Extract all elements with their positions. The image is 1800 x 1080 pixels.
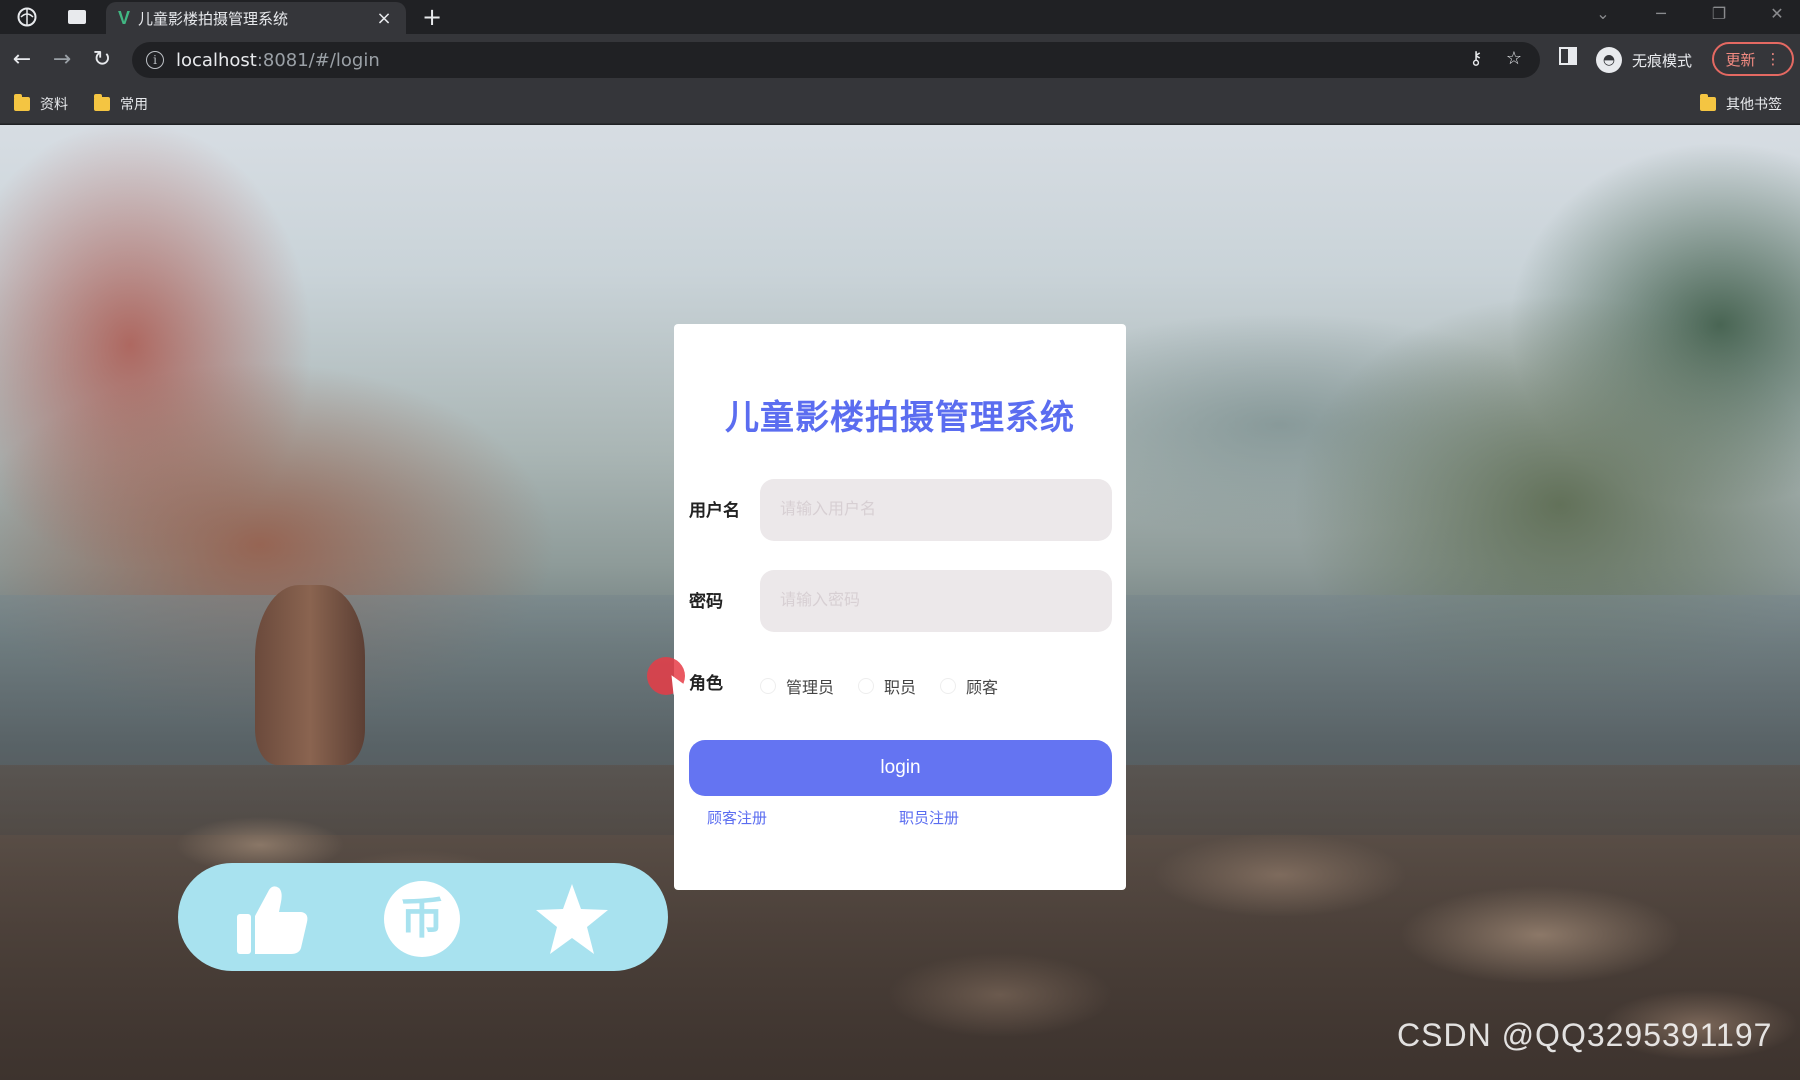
password-label: 密码 [689,592,723,612]
role-radio-admin[interactable]: 管理员 [760,674,834,698]
tab-close-icon[interactable]: × [374,8,394,29]
more-menu-icon: ⋮ [1765,50,1781,68]
bookmark-label: 其他书签 [1726,97,1782,113]
role-radio-group: 管理员 职员 顾客 [760,674,1022,698]
radio-label: 职员 [884,678,917,697]
staff-register-link[interactable]: 职员注册 [899,807,959,828]
login-card: 儿童影楼拍摄管理系统 用户名 密码 角色 管理员 职员 顾客 login 顾客注… [674,324,1126,890]
bookmark-folder-other[interactable]: 其他书签 [1700,94,1782,114]
update-button[interactable]: 更新 ⋮ [1712,42,1794,76]
update-label: 更新 [1725,50,1756,69]
tab-list-chevron-icon[interactable]: ⌄ [1588,4,1618,23]
incognito-icon: ◓ [1596,47,1622,73]
bookmark-label: 常用 [120,97,148,113]
url-host: localhost [176,49,257,71]
incognito-indicator[interactable]: ◓ 无痕模式 [1596,42,1692,78]
role-radio-staff[interactable]: 职员 [858,674,916,698]
radio-circle-icon [940,678,957,694]
thumbs-up-icon[interactable] [234,881,310,957]
folder-icon [14,94,30,111]
bookmarks-bar: 资料 常用 其他书签 [0,86,1800,124]
login-page-background: 儿童影楼拍摄管理系统 用户名 密码 角色 管理员 职员 顾客 login 顾客注… [0,125,1800,1080]
customer-register-link[interactable]: 顾客注册 [707,807,767,828]
star-icon[interactable] [534,881,610,957]
back-icon[interactable]: ← [8,46,36,74]
active-tab[interactable]: V 儿童影楼拍摄管理系统 × [106,2,406,34]
side-panel-icon[interactable] [1558,46,1578,70]
close-window-icon[interactable]: ✕ [1762,4,1792,23]
bookmark-folder-ziliao[interactable]: 资料 [14,94,68,114]
tab-title: 儿童影楼拍摄管理系统 [138,9,289,28]
radio-label: 顾客 [966,678,999,697]
role-radio-customer[interactable]: 顾客 [940,674,998,698]
tree-trunk [255,585,365,765]
radio-circle-icon [760,678,776,694]
role-label: 角色 [689,674,723,694]
bookmark-star-icon[interactable]: ☆ [1502,48,1526,69]
url-path: :8081/#/login [256,49,380,71]
browser-menu-icon[interactable] [16,6,38,28]
address-bar[interactable]: i localhost:8081/#/login ⚷ ☆ [132,42,1540,78]
browser-tab-strip: V 儿童影楼拍摄管理系统 × + ⌄ ─ ❐ ✕ [0,0,1800,34]
username-label: 用户名 [689,501,740,521]
password-key-icon[interactable]: ⚷ [1464,48,1488,69]
login-button[interactable]: login [689,740,1112,796]
minimize-icon[interactable]: ─ [1646,4,1676,23]
password-input[interactable] [760,570,1112,632]
radio-label: 管理员 [786,678,835,697]
radio-circle-icon [858,678,875,694]
browser-toolbar: ← → ↻ i localhost:8081/#/login ⚷ ☆ ◓ 无痕模… [0,34,1800,86]
csdn-watermark: CSDN @QQ3295391197 [1397,1017,1773,1053]
coin-icon[interactable]: 币 [384,881,460,957]
reload-icon[interactable]: ↻ [88,46,116,74]
bookmark-label: 资料 [40,97,68,113]
forward-icon[interactable]: → [48,46,76,74]
like-coin-favorite-bar: 币 [178,863,668,971]
tab-search-icon[interactable] [66,6,88,28]
incognito-label: 无痕模式 [1632,51,1693,70]
coin-glyph: 币 [384,881,460,957]
new-tab-button[interactable]: + [418,4,446,32]
folder-icon [1700,94,1716,111]
username-input[interactable] [760,479,1112,541]
system-title: 儿童影楼拍摄管理系统 [725,398,1075,438]
folder-icon [94,94,110,111]
site-info-icon[interactable]: i [146,51,164,69]
vue-favicon-icon: V [118,7,131,28]
restore-icon[interactable]: ❐ [1704,4,1734,23]
bookmark-folder-changyong[interactable]: 常用 [94,94,148,114]
